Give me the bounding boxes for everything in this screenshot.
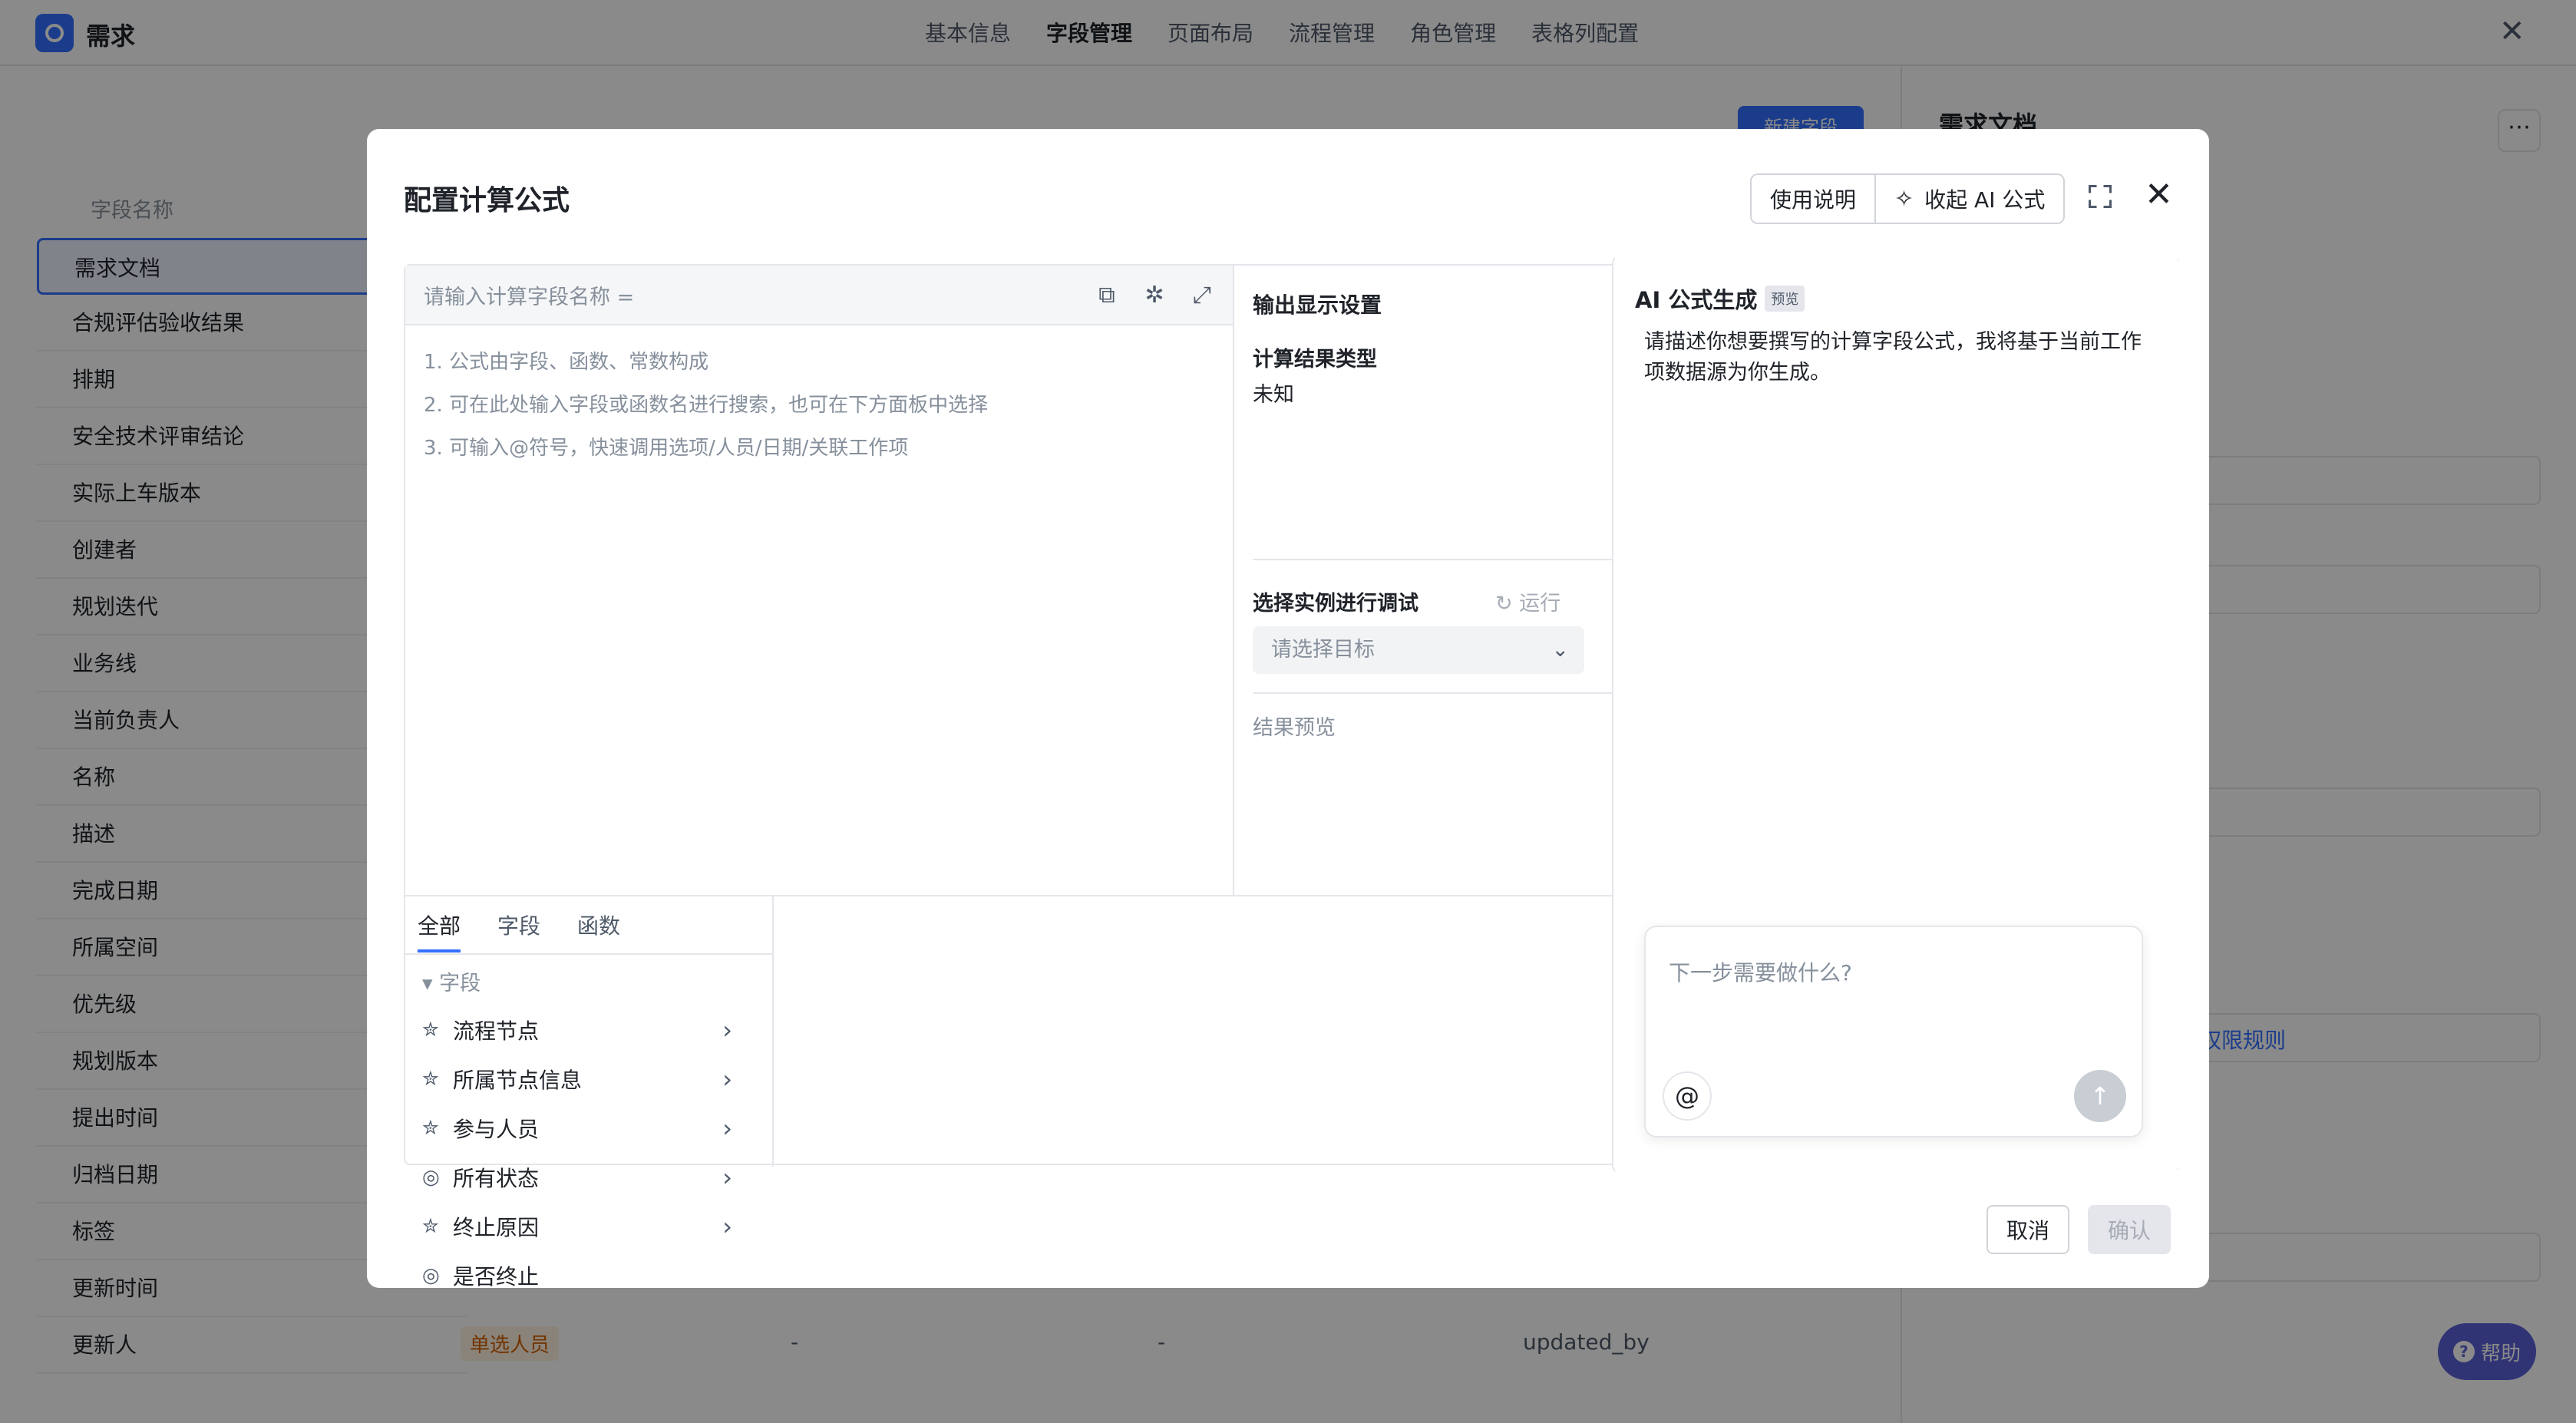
tree-group-label: 字段: [439, 972, 481, 995]
usage-guide-button[interactable]: 使用说明: [1752, 175, 1875, 223]
divider: [1253, 692, 1623, 694]
formula-editor-box: 请输入计算字段名称 = ⧉ ✲ ⤢ 1. 公式由字段、函数、常数构成 2. 可在…: [404, 264, 1643, 1289]
result-preview-label: 结果预览: [1253, 716, 1336, 740]
editor-header: 请输入计算字段名称 = ⧉ ✲ ⤢: [405, 266, 1233, 325]
result-type-value: 未知: [1253, 383, 1294, 407]
chevron-right-icon: ›: [722, 1212, 732, 1241]
chevron-right-icon: ›: [722, 1015, 732, 1045]
tree-item-label: 所属节点信息: [453, 1068, 583, 1093]
formula-config-modal: 配置计算公式 使用说明 ✧ 收起 AI 公式 ✕ 请输入计算字段名称 = ⧉ ✲…: [367, 129, 2209, 1289]
tree-item-label: 流程节点: [453, 1019, 540, 1044]
sparkle-icon: ✧: [1894, 185, 1914, 213]
chevron-down-icon: ⌄: [1551, 638, 1569, 662]
tree-item[interactable]: ✮ 参与人员 ›: [422, 1104, 755, 1153]
check-circle-icon: ◎: [422, 1166, 440, 1189]
chevron-right-icon: ›: [722, 1163, 732, 1192]
modal-title: 配置计算公式: [404, 185, 570, 216]
ai-prompt-input[interactable]: 下一步需要做什么? @ ↑: [1644, 926, 2143, 1137]
ai-title-label: AI 公式生成: [1635, 287, 1758, 313]
expand-icon[interactable]: ⤢: [1190, 282, 1214, 309]
chevron-right-icon: ›: [722, 1114, 732, 1143]
tree-item-label: 终止原因: [453, 1215, 540, 1240]
tab-all[interactable]: 全部: [418, 910, 461, 953]
tab-functions[interactable]: 函数: [577, 910, 620, 940]
refresh-icon: ↻: [1495, 592, 1513, 616]
editor-hints: 1. 公式由字段、函数、常数构成 2. 可在此处输入字段或函数名进行搜索，也可在…: [405, 325, 1233, 485]
node-icon: ✮: [422, 1215, 439, 1238]
tree-item[interactable]: ✮ 流程节点 ›: [422, 1005, 755, 1055]
tree-group-fields[interactable]: ▾ 字段: [422, 962, 755, 1005]
copy-icon[interactable]: ⧉: [1095, 282, 1119, 309]
tree-item[interactable]: ✮ 终止原因 ›: [422, 1202, 755, 1251]
check-circle-icon: ◎: [422, 1264, 440, 1287]
close-icon[interactable]: ✕: [2145, 177, 2173, 213]
format-icon[interactable]: ✲: [1142, 282, 1167, 309]
hint-line: 2. 可在此处输入字段或函数名进行搜索，也可在下方面板中选择: [424, 394, 989, 417]
divider: [1253, 559, 1623, 560]
output-settings-panel: 输出显示设置 计算结果类型 未知 选择实例进行调试 ↻ 运行 请选择目标 ⌄ 结…: [1234, 266, 1641, 896]
tree-item-label: 是否终止: [453, 1264, 540, 1289]
editor-toolbar: ⧉ ✲ ⤢: [1095, 282, 1214, 309]
field-tree: ▾ 字段 ✮ 流程节点 › ✮ 所属节点信息 › ✮ 参与人员 › ◎ 所有状态…: [405, 955, 772, 1308]
ai-prompt-placeholder: 下一步需要做什么?: [1669, 960, 1852, 986]
field-name-input[interactable]: 请输入计算字段名称 =: [424, 280, 634, 310]
preview-badge: 预览: [1765, 286, 1805, 312]
picker-tabs: 全部 字段 函数: [405, 896, 772, 955]
tree-item[interactable]: ✮ 所属节点信息 ›: [422, 1055, 755, 1104]
confirm-button[interactable]: 确认: [2088, 1205, 2171, 1254]
run-button[interactable]: ↻ 运行: [1495, 586, 1560, 616]
ai-description: 请描述你想要撰写的计算字段公式，我将基于当前工作项数据源为你生成。: [1644, 330, 2142, 385]
tree-item-label: 所有状态: [453, 1166, 540, 1191]
tree-item[interactable]: ◎ 所有状态 ›: [422, 1153, 755, 1202]
node-icon: ✮: [422, 1117, 439, 1140]
usage-guide-label: 使用说明: [1770, 187, 1857, 213]
result-type-label: 计算结果类型: [1253, 348, 1377, 371]
target-select-placeholder: 请选择目标: [1271, 638, 1375, 662]
debug-instance-label: 选择实例进行调试: [1253, 592, 1418, 616]
cancel-button[interactable]: 取消: [1986, 1205, 2069, 1254]
hint-line: 3. 可输入@符号，快速调用选项/人员/日期/关联工作项: [424, 437, 909, 460]
ai-formula-panel: AI 公式生成 预览 请描述你想要撰写的计算字段公式，我将基于当前工作项数据源为…: [1612, 255, 2180, 1174]
node-icon: ✮: [422, 1019, 439, 1042]
tree-item-label: 参与人员: [453, 1117, 540, 1142]
chevron-right-icon: ›: [722, 1065, 732, 1094]
modal-footer: 取消 确认: [1986, 1205, 2171, 1254]
fullscreen-icon[interactable]: [2086, 183, 2114, 210]
formula-editor[interactable]: 请输入计算字段名称 = ⧉ ✲ ⤢ 1. 公式由字段、函数、常数构成 2. 可在…: [405, 266, 1234, 896]
tab-fields[interactable]: 字段: [497, 910, 540, 940]
collapse-ai-formula-label: 收起 AI 公式: [1924, 187, 2046, 213]
ai-panel-title: AI 公式生成 预览: [1635, 282, 1805, 315]
target-select[interactable]: 请选择目标 ⌄: [1253, 626, 1584, 674]
output-settings-title: 输出显示设置: [1253, 292, 1382, 318]
node-icon: ✮: [422, 1068, 439, 1091]
tree-item[interactable]: ◎ 是否终止: [422, 1251, 755, 1300]
run-label: 运行: [1519, 592, 1561, 616]
field-function-picker: 全部 字段 函数 ▾ 字段 ✮ 流程节点 › ✮ 所属节点信息 › ✮ 参与人员…: [405, 896, 774, 1289]
collapse-ai-formula-button[interactable]: ✧ 收起 AI 公式: [1874, 175, 2064, 223]
at-mention-icon[interactable]: @: [1663, 1071, 1712, 1121]
hint-line: 1. 公式由字段、函数、常数构成: [424, 351, 709, 374]
modal-action-group: 使用说明 ✧ 收起 AI 公式: [1750, 173, 2066, 224]
send-icon[interactable]: ↑: [2074, 1070, 2126, 1122]
